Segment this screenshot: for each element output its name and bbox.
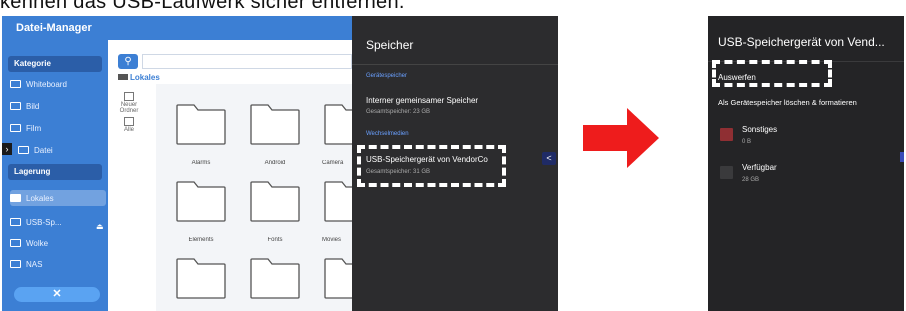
- instruction-figure: kennen das USB-Laufwerk sicher entfernen…: [0, 0, 906, 311]
- panel-title: Speicher: [366, 38, 414, 52]
- sidebar-item-usb[interactable]: USB-Sp...: [10, 214, 106, 230]
- chevron-left-icon[interactable]: <: [542, 152, 556, 165]
- folder-icon: [176, 181, 226, 222]
- file-manager-sidebar: Datei-Manager Kategorie Whiteboard Bild …: [2, 16, 108, 311]
- file-manager-screenshot: Datei-Manager Kategorie Whiteboard Bild …: [2, 16, 558, 311]
- new-folder-icon: [124, 92, 134, 101]
- sidebar-item-label: Datei: [34, 145, 53, 155]
- internal-storage-item[interactable]: Interner gemeinsamer Speicher: [366, 96, 478, 105]
- folder-icon: [176, 258, 226, 299]
- sidebar-item-picture[interactable]: Bild: [10, 98, 106, 114]
- search-input[interactable]: [142, 54, 352, 69]
- cloud-icon: [10, 239, 21, 247]
- folder-label: Camera: [322, 160, 344, 166]
- folder-label: Movies: [322, 237, 342, 243]
- select-all-icon: [124, 117, 134, 126]
- close-button[interactable]: ✕: [14, 287, 100, 302]
- sidebar-item-label: NAS: [26, 259, 43, 269]
- folder-item[interactable]: [248, 179, 302, 223]
- storage-category-label: Verfügbar: [742, 163, 777, 172]
- folder-item[interactable]: [174, 256, 228, 300]
- sidebar-item-label: USB-Sp...: [26, 217, 62, 227]
- red-arrow-icon: [583, 108, 659, 168]
- top-bar: [108, 16, 352, 40]
- instruction-text: kennen das USB-Laufwerk sicher entfernen…: [0, 0, 405, 13]
- section-removable-media: Wechselmedien: [366, 131, 409, 137]
- whiteboard-icon: [10, 80, 21, 88]
- chevron-right-icon[interactable]: ›: [2, 143, 12, 155]
- divider: [352, 64, 558, 65]
- sidebar-item-nas[interactable]: NAS: [10, 256, 106, 272]
- legend-swatch: [720, 166, 733, 179]
- file-manager-main: ⚲ Lokales Neuer Ordner Alle Alarms Andro…: [108, 16, 374, 311]
- format-button[interactable]: Als Gerätespeicher löschen & formatieren: [718, 98, 857, 107]
- sidebar-item-local[interactable]: Lokales: [10, 190, 106, 206]
- sidebar-item-label: Whiteboard: [26, 79, 67, 89]
- storage-category-value: 0 B: [742, 139, 752, 145]
- highlight-box: [712, 60, 832, 87]
- folder-icon: [250, 104, 300, 145]
- storage-header: Lagerung: [8, 164, 102, 180]
- film-icon: [10, 124, 21, 132]
- scroll-handle[interactable]: [900, 152, 904, 162]
- folder-icon: [176, 104, 226, 145]
- eject-icon[interactable]: ⏏: [96, 222, 104, 231]
- highlight-box: [357, 145, 506, 187]
- internal-storage-size: Gesamtspeicher: 23 GB: [366, 109, 431, 115]
- sidebar-item-cloud[interactable]: Wolke: [10, 235, 106, 251]
- app-title: Datei-Manager: [16, 22, 92, 34]
- folder-item[interactable]: [248, 256, 302, 300]
- select-all-button[interactable]: Alle: [114, 117, 144, 133]
- new-folder-button[interactable]: Neuer Ordner: [114, 92, 144, 114]
- storage-settings-panel: Speicher Gerätespeicher Interner gemeins…: [352, 16, 558, 311]
- sidebar-item-label: Lokales: [26, 193, 54, 203]
- folder-label: Alarms: [191, 160, 211, 166]
- sidebar-item-label: Bild: [26, 101, 40, 111]
- sidebar-item-label: Film: [26, 123, 42, 133]
- sidebar-item-movie[interactable]: Film: [10, 120, 106, 136]
- usb-device-screenshot: USB-Speichergerät von Vend... Auswerfen …: [708, 16, 904, 311]
- search-icon[interactable]: ⚲: [118, 54, 138, 69]
- sidebar-item-label: Wolke: [26, 238, 49, 248]
- image-icon: [10, 102, 21, 110]
- local-storage-icon: [118, 74, 128, 80]
- tool-label: Alle: [123, 127, 134, 133]
- folder-icon: [250, 258, 300, 299]
- sidebar-item-file[interactable]: Datei: [18, 142, 114, 158]
- folder-icon: [250, 181, 300, 222]
- file-icon: [18, 146, 29, 154]
- folder-label: Elements: [188, 237, 214, 243]
- section-device-storage: Gerätespeicher: [366, 73, 408, 79]
- usb-icon: [10, 218, 21, 226]
- local-storage-icon: [10, 194, 21, 202]
- tool-label: Neuer Ordner: [119, 102, 139, 114]
- folder-label: Fonts: [267, 237, 283, 243]
- folder-item[interactable]: [174, 179, 228, 223]
- folder-label: Android: [264, 160, 286, 166]
- legend-swatch: [720, 128, 733, 141]
- nas-icon: [10, 260, 21, 268]
- panel-title: USB-Speichergerät von Vend...: [718, 35, 885, 49]
- storage-category-label: Sonstiges: [742, 125, 778, 134]
- storage-category-value: 28 GB: [742, 177, 760, 183]
- breadcrumb-label: Lokales: [130, 73, 160, 82]
- sidebar-item-whiteboard[interactable]: Whiteboard: [10, 76, 106, 92]
- breadcrumb[interactable]: Lokales: [118, 73, 160, 82]
- category-header: Kategorie: [8, 56, 102, 72]
- folder-item[interactable]: [174, 102, 228, 146]
- folder-item[interactable]: [248, 102, 302, 146]
